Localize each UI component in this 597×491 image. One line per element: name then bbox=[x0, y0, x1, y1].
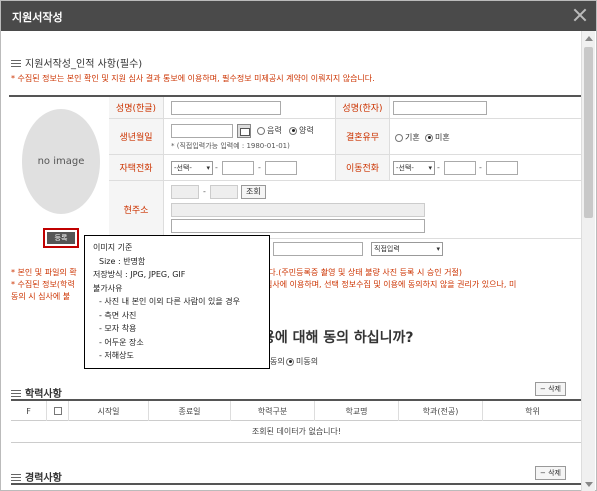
dash: - bbox=[437, 163, 440, 172]
address-search-button[interactable]: 조회 bbox=[241, 185, 266, 199]
photo-placeholder: no image bbox=[22, 109, 100, 214]
col-major: 학과(전공) bbox=[399, 401, 483, 421]
address-label: 현주소 bbox=[109, 181, 164, 238]
calendar-icon[interactable] bbox=[237, 124, 251, 138]
name-kr-label: 성명(한글) bbox=[109, 97, 164, 118]
select-all-checkbox[interactable] bbox=[53, 407, 62, 415]
photo-area: no image 등록 bbox=[9, 95, 109, 253]
close-icon[interactable] bbox=[572, 7, 588, 23]
tooltip-line: Size : 반명함 bbox=[99, 256, 146, 266]
address-row: 현주소 - 조회 bbox=[109, 181, 582, 239]
file-notice-right: 니다.(주민등록증 촬영 및 상태 불량 사진 등록 시 승인 거절) bbox=[261, 268, 462, 277]
lunar-radio[interactable]: 음력 bbox=[257, 125, 282, 136]
tooltip-line: 저장방식 : JPG, JPEG, GIF bbox=[93, 270, 186, 279]
tooltip-line: - 사진 내 본인 이외 다른 사람이 있을 경우 bbox=[99, 297, 240, 306]
col-edu-type: 학력구분 bbox=[231, 401, 315, 421]
mobile-area-select[interactable]: -선택- bbox=[393, 161, 435, 175]
mobile-mid-input[interactable] bbox=[444, 161, 476, 175]
dialog-content: 지원서작성_인적 사항(필수) * 수집된 정보는 본인 확인 및 지원 심사 … bbox=[1, 31, 582, 491]
education-table-header: F 시작일 종료일 학력구분 학교명 학과(전공) 학위 bbox=[11, 401, 582, 421]
list-icon bbox=[11, 60, 21, 68]
tooltip-line: - 어두운 장소 bbox=[99, 337, 144, 347]
marital-label: 결혼유무 bbox=[335, 119, 390, 154]
list-icon bbox=[11, 474, 21, 482]
disagree-radio[interactable]: 미동의 bbox=[286, 356, 318, 367]
required-notice: * 수집된 정보는 본인 확인 및 지원 심사 결과 통보에 이용하며, 필수정… bbox=[11, 74, 375, 83]
mobile-label: 이동전화 bbox=[335, 155, 390, 180]
dash: - bbox=[258, 163, 261, 172]
scroll-thumb[interactable] bbox=[584, 47, 593, 218]
scroll-up-icon[interactable] bbox=[585, 36, 593, 41]
birth-input[interactable] bbox=[171, 124, 233, 138]
home-phone-area-select[interactable]: -선택- bbox=[171, 161, 213, 175]
mobile-last-input[interactable] bbox=[486, 161, 518, 175]
tooltip-line: 이미지 기준 bbox=[93, 243, 133, 252]
home-phone-last-input[interactable] bbox=[265, 161, 297, 175]
col-school: 학교명 bbox=[315, 401, 399, 421]
tooltip-line: - 측면 사진 bbox=[99, 310, 137, 320]
photo-guideline-tooltip: 이미지 기준 Size : 반명함 저장방식 : JPG, JPEG, GIF … bbox=[84, 235, 270, 369]
home-phone-label: 자택전화 bbox=[109, 155, 164, 180]
education-delete-button[interactable]: − 삭제 bbox=[535, 382, 566, 396]
name-cn-label: 성명(한자) bbox=[335, 97, 390, 118]
birth-hint: * (직접입력가능 입력예 : 1980-01-01) bbox=[171, 142, 290, 150]
dash: - bbox=[479, 163, 482, 172]
address2-input[interactable] bbox=[171, 219, 425, 233]
tooltip-line: - 모자 착용 bbox=[99, 324, 137, 333]
personal-info-form: 성명(한글) 성명(한자) 생년월일 음력 양력 * (직접입력가능 입력예 :… bbox=[109, 95, 582, 256]
dash: - bbox=[215, 163, 218, 172]
consent-question: 용에 대해 동의 하십니까? bbox=[262, 330, 414, 346]
col-end: 종료일 bbox=[149, 401, 231, 421]
file-notice-left: * 본인 및 파일의 확 bbox=[11, 268, 77, 277]
application-dialog: 지원서작성 지원서작성_인적 사항(필수) * 수집된 정보는 본인 확인 및 … bbox=[0, 0, 597, 491]
tooltip-line: - 저해상도 bbox=[99, 351, 134, 360]
address1-input[interactable] bbox=[171, 203, 425, 217]
married-radio[interactable]: 기혼 bbox=[395, 132, 420, 143]
register-photo-button[interactable]: 등록 bbox=[43, 228, 79, 248]
scroll-down-icon[interactable] bbox=[585, 482, 593, 487]
section-title: 지원서작성_인적 사항(필수) bbox=[11, 55, 142, 70]
vertical-scrollbar[interactable] bbox=[581, 31, 595, 491]
collect-notice-right: 심사에 이용하며, 선택 정보수집 및 이용에 동의하지 않을 권리가 있으나,… bbox=[265, 280, 517, 289]
education-table: F 시작일 종료일 학력구분 학교명 학과(전공) 학위 조회된 데이터가 없습… bbox=[11, 399, 582, 443]
tooltip-line: 불가사유 bbox=[93, 283, 123, 293]
dash: - bbox=[203, 187, 206, 196]
email-domain-input[interactable] bbox=[273, 242, 363, 256]
education-empty-message: 조회된 데이터가 없습니다! bbox=[11, 421, 582, 443]
dialog-title: 지원서작성 bbox=[12, 11, 63, 24]
home-phone-mid-input[interactable] bbox=[222, 161, 254, 175]
single-radio[interactable]: 미혼 bbox=[425, 132, 450, 143]
zip2-input[interactable] bbox=[210, 185, 238, 199]
list-icon bbox=[11, 390, 21, 398]
email-domain-select[interactable]: 직접입력 bbox=[371, 242, 443, 256]
col-f: F bbox=[11, 401, 47, 421]
solar-radio[interactable]: 양력 bbox=[289, 125, 314, 136]
name-row: 성명(한글) 성명(한자) bbox=[109, 97, 582, 119]
birth-label: 생년월일 bbox=[109, 119, 164, 154]
name-kr-input[interactable] bbox=[171, 101, 281, 115]
name-cn-input[interactable] bbox=[393, 101, 487, 115]
collect-notice-line3: 동의 시 심사에 불 bbox=[11, 292, 71, 301]
col-start: 시작일 bbox=[69, 401, 149, 421]
zip1-input[interactable] bbox=[171, 185, 199, 199]
titlebar: 지원서작성 bbox=[1, 1, 596, 31]
career-delete-button[interactable]: − 삭제 bbox=[535, 466, 566, 480]
career-title: 경력사항 bbox=[11, 469, 62, 484]
phone-row: 자택전화 -선택- - - 이동전화 -선택- - - bbox=[109, 155, 582, 181]
col-degree: 학위 bbox=[525, 406, 540, 416]
education-title: 학력사항 bbox=[11, 385, 62, 400]
col-select-all bbox=[47, 401, 69, 421]
birth-row: 생년월일 음력 양력 * (직접입력가능 입력예 : 1980-01-01) 결… bbox=[109, 119, 582, 155]
career-table bbox=[11, 483, 582, 491]
collect-notice-left: * 수집된 정보(학력 bbox=[11, 280, 75, 289]
